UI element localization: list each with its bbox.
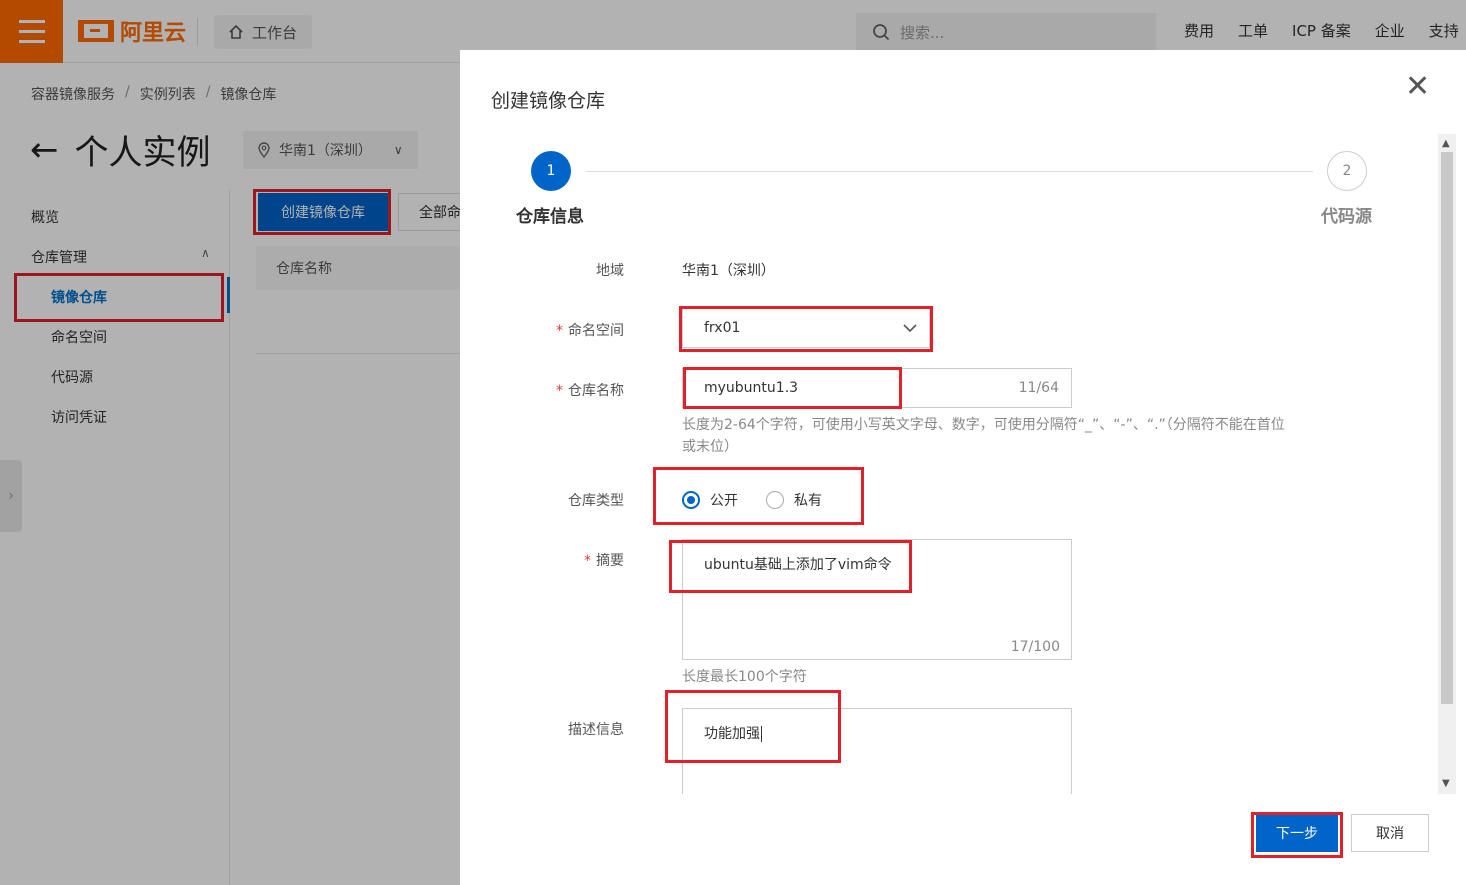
step-1-label: 仓库信息 (516, 207, 584, 227)
summary-count: 17/100 (1010, 639, 1060, 655)
namespace-label: * 命名空间 (504, 320, 624, 340)
close-icon[interactable]: ✕ (1405, 72, 1430, 102)
radio-public[interactable]: 公开 (682, 490, 738, 510)
namespace-select[interactable]: frx01 (682, 308, 930, 348)
summary-label: * 摘要 (504, 550, 624, 570)
radio-unchecked-icon[interactable] (766, 491, 784, 509)
description-label: 描述信息 (568, 722, 624, 738)
repo-name-count: 11/64 (1018, 380, 1059, 396)
summary-textarea[interactable]: ubuntu基础上添加了vim命令 17/100 (682, 539, 1072, 660)
region-value: 华南1（深圳） (682, 263, 775, 279)
repo-name-hint-line-1: 长度为2-64个字符，可使用小写英文字母、数字，可使用分隔符“_”、“-”、“.… (682, 417, 1285, 433)
scroll-down-icon[interactable]: ▼ (1442, 778, 1450, 789)
repo-name-label: * 仓库名称 (504, 380, 624, 400)
namespace-value: frx01 (704, 320, 741, 336)
steps-connector (586, 171, 1313, 172)
summary-label-text: 摘要 (596, 553, 624, 569)
radio-private[interactable]: 私有 (766, 490, 822, 510)
required-mark: * (556, 383, 563, 399)
chevron-down-icon (903, 324, 917, 333)
text-cursor (761, 726, 762, 742)
repo-type-radio-group: 公开 私有 (682, 490, 822, 510)
required-mark: * (556, 323, 563, 339)
radio-public-label: 公开 (710, 493, 738, 509)
repo-name-hint-line-2: 或末位） (682, 439, 738, 455)
scrollbar-thumb[interactable] (1441, 152, 1453, 704)
next-step-button[interactable]: 下一步 (1256, 814, 1338, 852)
repo-type-label: 仓库类型 (568, 493, 624, 509)
step-2-label: 代码源 (1321, 207, 1372, 227)
repo-name-value: myubuntu1.3 (704, 380, 799, 396)
repo-name-label-text: 仓库名称 (568, 383, 624, 399)
description-value: 功能加强 (704, 726, 760, 742)
create-repo-dialog: 创建镜像仓库 ✕ ▲ ▼ 1 2 仓库信息 代码源 地域 华南1（深圳） * 命名… (460, 50, 1466, 885)
summary-value: ubuntu基础上添加了vim命令 (704, 557, 892, 573)
dialog-title: 创建镜像仓库 (491, 90, 606, 112)
description-textarea[interactable]: 功能加强 (682, 708, 1072, 794)
region-label: 地域 (596, 263, 624, 279)
cancel-button[interactable]: 取消 (1351, 814, 1429, 852)
namespace-label-text: 命名空间 (568, 323, 624, 339)
required-mark: * (584, 553, 591, 569)
scroll-up-icon[interactable]: ▲ (1442, 138, 1450, 149)
repo-name-input[interactable]: myubuntu1.3 11/64 (682, 368, 1072, 408)
summary-hint: 长度最长100个字符 (682, 669, 807, 685)
radio-private-label: 私有 (794, 493, 822, 509)
radio-checked-icon[interactable] (682, 491, 700, 509)
step-1-indicator: 1 (531, 151, 571, 191)
step-2-indicator: 2 (1327, 151, 1367, 191)
